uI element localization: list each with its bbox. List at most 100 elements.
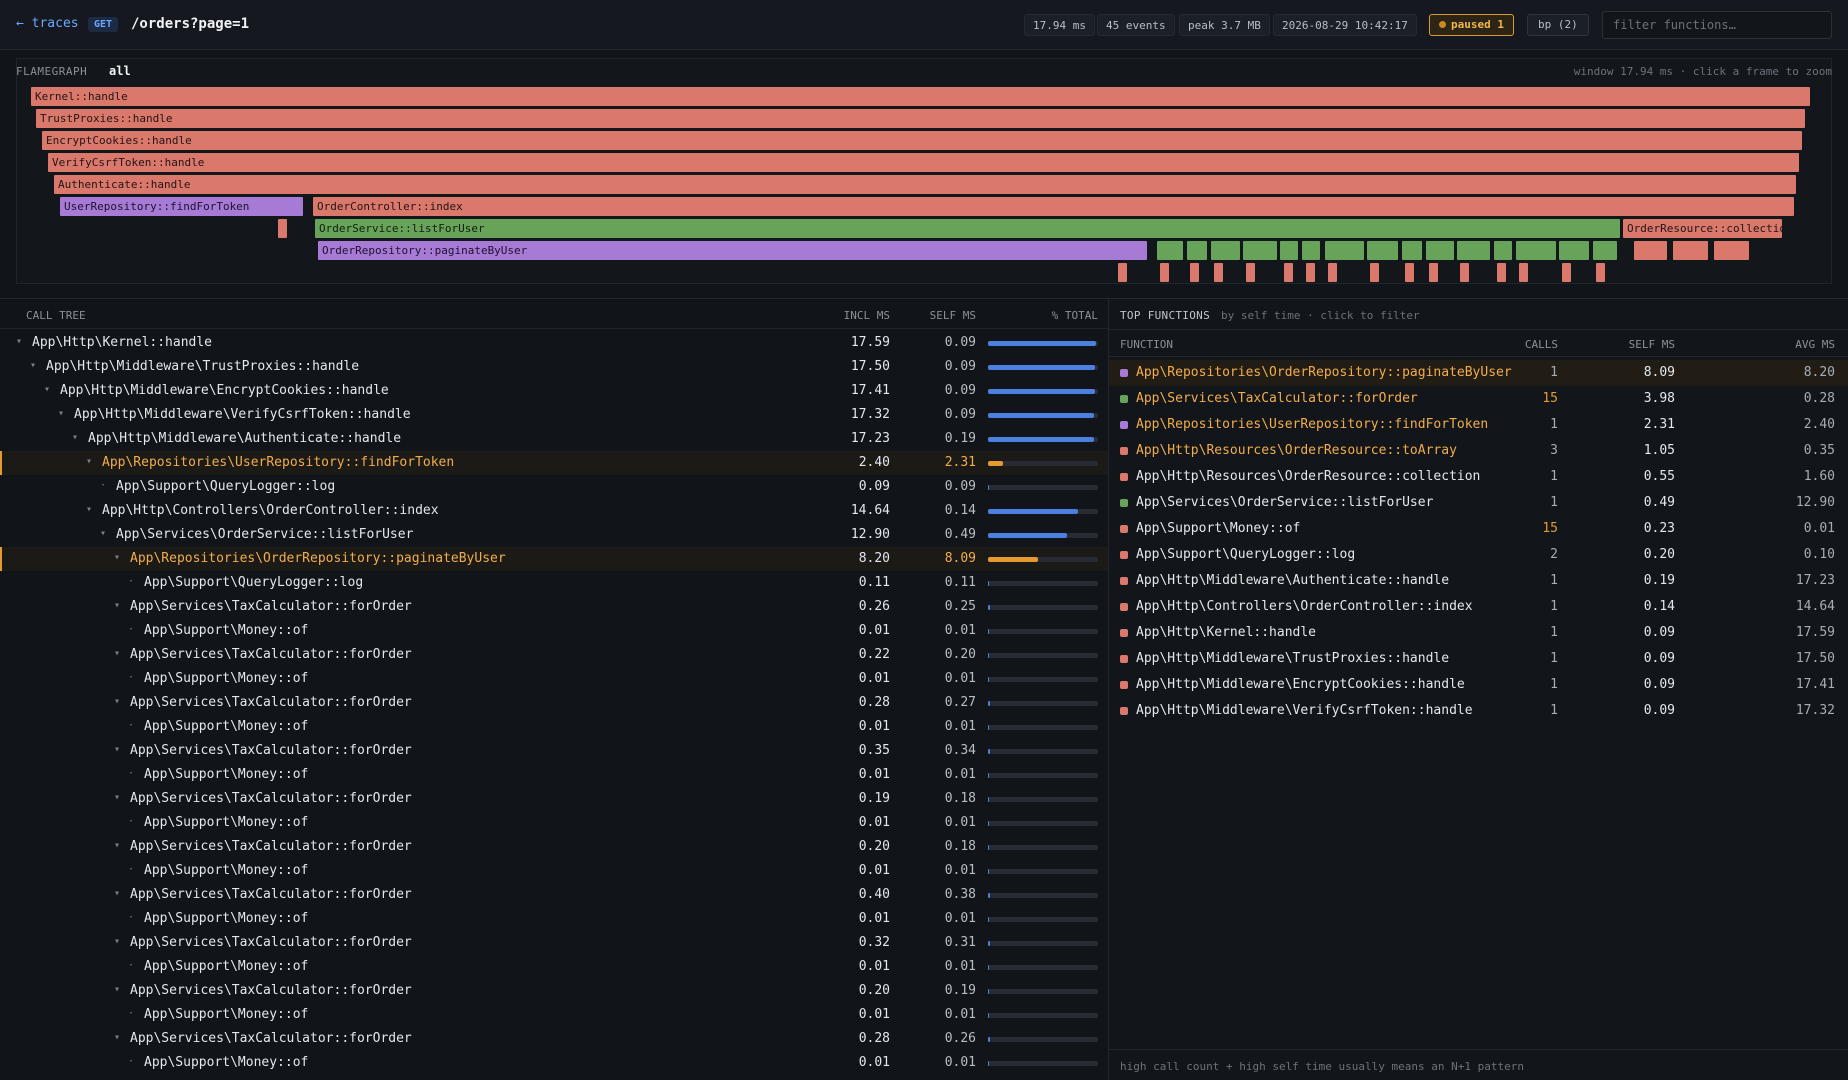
top-function-row[interactable]: App\Repositories\UserRepository::findFor… (1109, 412, 1848, 438)
call-tree-row[interactable]: ▾ App\Services\TaxCalculator::forOrder 0.3… (0, 739, 1108, 763)
frame-money-of[interactable] (1284, 263, 1293, 282)
frame-money-of[interactable] (1328, 263, 1337, 282)
col-incl-ms[interactable]: INCL MS (844, 309, 890, 322)
col-self-ms[interactable]: SELF MS (930, 309, 976, 322)
call-tree-row[interactable]: ▾ App\Services\TaxCalculator::forOrder 0.2… (0, 835, 1108, 859)
call-tree-row[interactable]: ▾ App\Http\Kernel::handle 17.59 0.09 (0, 331, 1108, 355)
frame-money-of[interactable] (1214, 263, 1223, 282)
frame-taxcalculator-fororder[interactable] (1516, 241, 1556, 260)
top-function-row[interactable]: App\Http\Resources\OrderResource::toArra… (1109, 438, 1848, 464)
chevron-down-icon[interactable]: ▾ (86, 504, 96, 515)
frame-taxcalculator-fororder[interactable] (1211, 241, 1240, 260)
top-function-row[interactable]: App\Http\Middleware\TrustProxies::handle… (1109, 646, 1848, 672)
frame-verifycsrftoken-handle[interactable]: VerifyCsrfToken::handle (48, 153, 1799, 172)
chevron-down-icon[interactable]: ▾ (114, 696, 124, 707)
top-function-row[interactable]: App\Services\OrderService::listForUser 1 0… (1109, 490, 1848, 516)
frame-taxcalculator-fororder[interactable] (1243, 241, 1277, 260)
flamegraph-tab-all[interactable]: all (109, 64, 131, 78)
call-tree-row[interactable]: ▾ App\Repositories\OrderRepository::pagin… (0, 547, 1108, 571)
top-function-row[interactable]: App\Http\Middleware\Authenticate::handle… (1109, 568, 1848, 594)
frame-taxcalculator-fororder[interactable] (1302, 241, 1320, 260)
frame-money-of[interactable] (1460, 263, 1469, 282)
back-to-traces-link[interactable]: ← traces (16, 16, 79, 31)
frame-taxcalculator-fororder[interactable] (1325, 241, 1364, 260)
call-tree-row[interactable]: · App\Support\QueryLogger::log 0.09 0.09 (0, 475, 1108, 499)
call-tree-row[interactable]: · App\Support\Money::of 0.01 0.01 (0, 1051, 1108, 1075)
call-tree-row[interactable]: · App\Support\Money::of 0.01 0.01 (0, 715, 1108, 739)
call-tree-row[interactable]: · App\Support\Money::of 0.01 0.01 (0, 619, 1108, 643)
frame-orderrepository-paginatebyuser[interactable]: OrderRepository::paginateByUser (318, 241, 1147, 260)
call-tree-row[interactable]: · App\Support\Money::of 0.01 0.01 (0, 667, 1108, 691)
frame-orderservice-listforuser[interactable]: OrderService::listForUser (315, 219, 1620, 238)
frame-money-of[interactable] (1519, 263, 1528, 282)
chevron-down-icon[interactable]: ▾ (58, 408, 68, 419)
call-tree-row[interactable]: ▾ App\Http\Middleware\Authenticate::handl… (0, 427, 1108, 451)
col-calls[interactable]: CALLS (1525, 338, 1558, 351)
frame-kernel-handle[interactable]: Kernel::handle (31, 87, 1810, 106)
chevron-down-icon[interactable]: ▾ (114, 840, 124, 851)
call-tree-row[interactable]: ▾ App\Services\TaxCalculator::forOrder 0.2… (0, 643, 1108, 667)
call-tree-row[interactable]: · App\Support\Money::of 0.01 0.01 (0, 859, 1108, 883)
frame-taxcalculator-fororder[interactable] (1367, 241, 1398, 260)
frame-userrepository-findfortoken[interactable]: UserRepository::findForToken (60, 197, 303, 216)
call-tree-row[interactable]: ▾ App\Services\TaxCalculator::forOrder 0.2… (0, 691, 1108, 715)
frame-orderresource-toarray[interactable] (1673, 241, 1708, 260)
top-function-row[interactable]: App\Support\Money::of 15 0.23 0.01 (1109, 516, 1848, 542)
call-tree-row[interactable]: ▾ App\Http\Controllers\OrderController::i… (0, 499, 1108, 523)
top-function-row[interactable]: App\Http\Middleware\EncryptCookies::hand… (1109, 672, 1848, 698)
chevron-down-icon[interactable]: ▾ (114, 600, 124, 611)
frame-money-of[interactable] (1405, 263, 1414, 282)
frame-orderresource-toarray[interactable] (1714, 241, 1749, 260)
frame-taxcalculator-fororder[interactable] (1593, 241, 1617, 260)
frame-querylogger-log[interactable] (278, 219, 287, 238)
call-tree-row[interactable]: · App\Support\Money::of 0.01 0.01 (0, 811, 1108, 835)
call-tree-row[interactable]: · App\Support\Money::of 0.01 0.01 (0, 907, 1108, 931)
chevron-down-icon[interactable]: ▾ (114, 792, 124, 803)
chevron-down-icon[interactable]: ▾ (114, 552, 124, 563)
call-tree-row[interactable]: ▾ App\Services\TaxCalculator::forOrder 0.2… (0, 595, 1108, 619)
filter-functions-input[interactable] (1602, 11, 1832, 39)
call-tree-row[interactable]: · App\Support\Money::of 0.01 0.01 (0, 1003, 1108, 1027)
frame-taxcalculator-fororder[interactable] (1494, 241, 1512, 260)
chevron-down-icon[interactable]: ▾ (44, 384, 54, 395)
chevron-down-icon[interactable]: ▾ (114, 648, 124, 659)
frame-money-of[interactable] (1497, 263, 1506, 282)
col-avg-ms[interactable]: AVG MS (1795, 338, 1835, 351)
frame-taxcalculator-fororder[interactable] (1402, 241, 1422, 260)
top-function-row[interactable]: App\Services\TaxCalculator::forOrder 15 3.… (1109, 386, 1848, 412)
frame-taxcalculator-fororder[interactable] (1157, 241, 1183, 260)
frame-taxcalculator-fororder[interactable] (1426, 241, 1454, 260)
col-pct-total[interactable]: % TOTAL (1052, 309, 1098, 322)
call-tree-row[interactable]: ▾ App\Repositories\UserRepository::findFo… (0, 451, 1108, 475)
chevron-down-icon[interactable]: ▾ (100, 528, 110, 539)
frame-taxcalculator-fororder[interactable] (1187, 241, 1207, 260)
call-tree-row[interactable]: ▾ App\Services\TaxCalculator::forOrder 0.2… (0, 979, 1108, 1003)
frame-orderresource-toarray[interactable] (1634, 241, 1667, 260)
chevron-down-icon[interactable]: ▾ (86, 456, 96, 467)
frame-money-of[interactable] (1562, 263, 1571, 282)
frame-taxcalculator-fororder[interactable] (1559, 241, 1589, 260)
call-tree-row[interactable]: · App\Support\QueryLogger::log 0.11 0.11 (0, 571, 1108, 595)
chevron-down-icon[interactable]: ▾ (114, 984, 124, 995)
call-tree-row[interactable]: ▾ App\Services\OrderService::listForUser 1… (0, 523, 1108, 547)
col-self-ms[interactable]: SELF MS (1629, 338, 1675, 351)
frame-money-of[interactable] (1306, 263, 1315, 282)
call-tree-row[interactable]: · App\Support\Money::of 0.01 0.01 (0, 955, 1108, 979)
top-function-row[interactable]: App\Http\Middleware\VerifyCsrfToken::han… (1109, 698, 1848, 724)
frame-trustproxies-handle[interactable]: TrustProxies::handle (36, 109, 1805, 128)
col-function[interactable]: FUNCTION (1120, 338, 1173, 351)
top-function-row[interactable]: App\Http\Controllers\OrderController::in… (1109, 594, 1848, 620)
frame-authenticate-handle[interactable]: Authenticate::handle (54, 175, 1796, 194)
call-tree-row[interactable]: ▾ App\Http\Middleware\TrustProxies::handl… (0, 355, 1108, 379)
chevron-down-icon[interactable]: ▾ (114, 888, 124, 899)
frame-money-of[interactable] (1429, 263, 1438, 282)
call-tree-row[interactable]: ▾ App\Http\Middleware\VerifyCsrfToken::ha… (0, 403, 1108, 427)
top-function-row[interactable]: App\Repositories\OrderRepository::pagina… (1109, 360, 1848, 386)
frame-orderresource-collection[interactable]: OrderResource::collection (1623, 219, 1782, 238)
chevron-down-icon[interactable]: ▾ (16, 336, 26, 347)
chevron-down-icon[interactable]: ▾ (114, 744, 124, 755)
chevron-down-icon[interactable]: ▾ (30, 360, 40, 371)
breakpoints-button[interactable]: bp (2) (1527, 14, 1589, 36)
frame-querylogger-log[interactable] (1118, 263, 1127, 282)
top-function-row[interactable]: App\Support\QueryLogger::log 2 0.20 0.10 (1109, 542, 1848, 568)
